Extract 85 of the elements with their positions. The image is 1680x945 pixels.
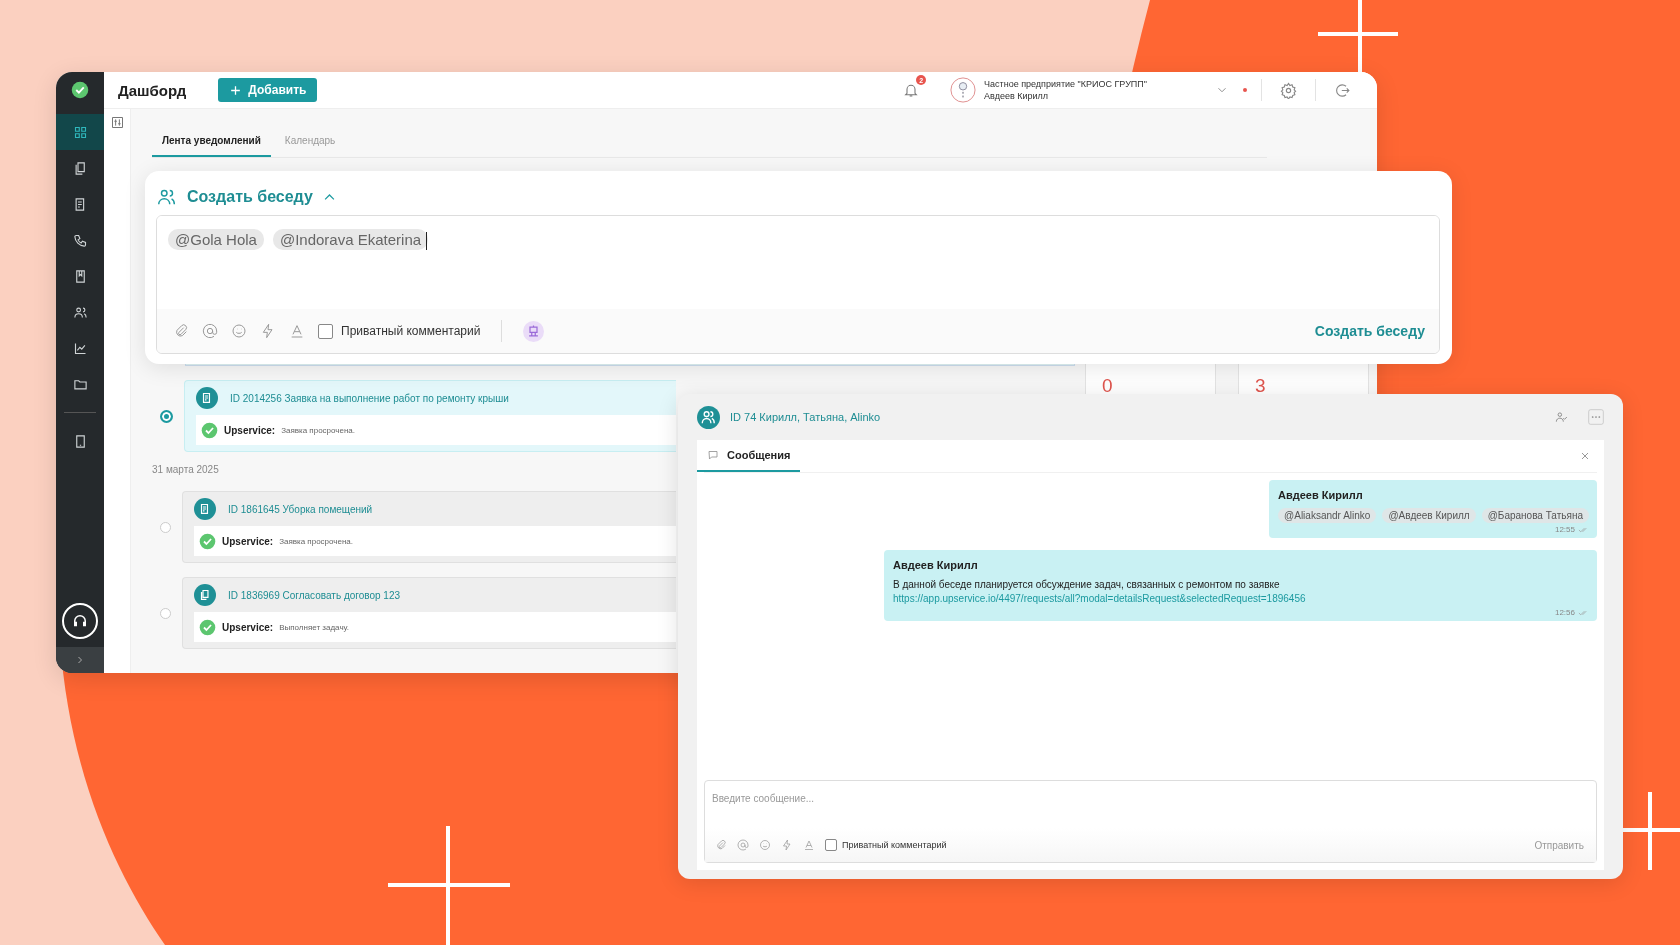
chat-bubble-icon — [707, 449, 719, 461]
phone-icon — [72, 232, 88, 248]
document-icon — [196, 387, 218, 409]
avatar-icon — [950, 77, 977, 103]
sidebar-item[interactable] — [56, 114, 104, 150]
mention-chip: @Баранова Татьяна — [1481, 508, 1589, 523]
close-icon[interactable] — [1579, 450, 1591, 462]
expand-button[interactable] — [56, 647, 104, 673]
stat-value: 0 — [1102, 375, 1113, 397]
company-name: Частное предприятие "КРИОС ГРУПП" — [984, 79, 1147, 89]
feed-card[interactable]: ID 1836969 Согласовать договор 123 Upservice: Выполняет задачу. — [182, 577, 676, 649]
add-button[interactable]: Добавить — [218, 78, 318, 102]
mention-chip: @Aliaksandr Alinko — [1278, 508, 1377, 523]
bell-icon — [903, 82, 920, 98]
filter-icon[interactable] — [109, 115, 125, 130]
source-label: Upservice: — [222, 621, 274, 633]
at-icon[interactable] — [737, 839, 749, 851]
radio-button[interactable] — [160, 607, 171, 619]
request-link[interactable]: ID 1861645 Уборка помещений — [228, 503, 373, 515]
page-title: Дашборд — [118, 81, 187, 99]
message-editor[interactable]: @Gola Hola @Indorava Ekaterina Приватный комментарий Создать беседу — [156, 215, 1440, 354]
text-color-icon[interactable] — [803, 839, 815, 851]
people-icon — [72, 304, 88, 320]
check-icon — [199, 618, 216, 636]
radio-button[interactable] — [160, 409, 173, 423]
documents-icon — [72, 160, 88, 176]
lightning-icon[interactable] — [781, 839, 793, 851]
tab[interactable]: Лента уведомлений — [152, 125, 271, 157]
smiley-icon[interactable] — [759, 839, 771, 851]
mention-chip: @Gola Hola — [168, 229, 264, 250]
request-link[interactable]: ID 2014256 Заявка на выполнение работ по ремонту крыши — [230, 392, 509, 404]
message-author: Авдеев Кирилл — [893, 559, 979, 571]
date-label: 31 марта 2025 — [152, 464, 220, 475]
status-text: Заявка просрочена. — [279, 536, 353, 546]
message-input[interactable]: Введите сообщение... Приватный комментарий Отправить — [704, 780, 1597, 863]
checkbox[interactable] — [318, 323, 333, 339]
documents-icon — [194, 584, 216, 606]
request-link[interactable]: https://app.upservice.io/4497/requests/all?modal=detailsRequest&selectedRequest=1896456 — [893, 593, 1306, 604]
robot-icon[interactable] — [523, 320, 545, 342]
grid-icon — [72, 124, 88, 140]
create-conversation-button[interactable]: Создать беседу — [1314, 323, 1425, 339]
chat-title: ID 74 Кирилл, Татьяна, Alinko — [730, 411, 881, 423]
plus-icon — [229, 83, 243, 97]
source-label: Upservice: — [222, 535, 274, 547]
radio-button[interactable] — [160, 521, 171, 533]
group-avatar-icon — [697, 405, 720, 429]
check-icon — [71, 81, 89, 99]
settings-icon[interactable] — [1280, 81, 1297, 99]
document-icon — [194, 498, 216, 520]
smiley-icon[interactable] — [231, 323, 247, 339]
checkbox[interactable] — [825, 839, 837, 851]
at-icon[interactable] — [202, 323, 218, 339]
check-icon — [199, 532, 216, 550]
status-text: Заявка просрочена. — [281, 425, 355, 435]
checkbox-label: Приватный комментарий — [341, 324, 481, 338]
text-color-icon[interactable] — [289, 323, 305, 339]
status-dot — [1243, 88, 1247, 92]
source-label: Upservice: — [224, 424, 276, 436]
support-button[interactable] — [62, 603, 98, 639]
panel-title: Создать беседу — [187, 188, 313, 206]
status-text: Выполняет задачу. — [279, 622, 349, 632]
message-author: Авдеев Кирилл — [1278, 489, 1364, 501]
paperclip-icon[interactable] — [715, 839, 727, 851]
feed-card[interactable]: ID 2014256 Заявка на выполнение работ по ремонту крыши Upservice: Заявка просрочена. — [184, 380, 676, 452]
user-name: Авдеев Кирилл — [984, 91, 1050, 101]
more-icon[interactable] — [1588, 409, 1604, 425]
double-check-icon — [1578, 608, 1589, 617]
checkbox-label: Приватный комментарий — [842, 840, 947, 850]
message-text: В данной беседе планируется обсуждение задач, связанных с ремонтом по заявке https://app.upservice.io/4497/requests/all?modal=detailsRequest&selectedRequest=1896456 — [893, 578, 1307, 606]
participants-icon[interactable] — [1554, 410, 1568, 424]
logout-icon[interactable] — [1334, 81, 1351, 99]
message-time: 12:56 — [1554, 608, 1575, 617]
lightning-icon[interactable] — [260, 323, 276, 339]
tab[interactable]: Календарь — [274, 125, 346, 157]
feed-card[interactable]: ID 1861645 Уборка помещений Upservice: Заявка просрочена. — [182, 491, 676, 563]
send-button[interactable]: Отправить — [1534, 839, 1584, 851]
double-check-icon — [1578, 525, 1589, 534]
mention-chip: @Авдеев Кирилл — [1382, 508, 1476, 523]
paperclip-icon[interactable] — [173, 323, 189, 339]
stat-value: 3 — [1255, 375, 1266, 397]
tab[interactable]: Сообщения — [697, 440, 801, 472]
check-icon — [201, 421, 218, 439]
mention-chip: @Indorava Ekaterina — [272, 229, 429, 250]
request-link[interactable]: ID 1836969 Согласовать договор 123 — [228, 589, 401, 601]
message-time: 12:55 — [1554, 525, 1575, 534]
